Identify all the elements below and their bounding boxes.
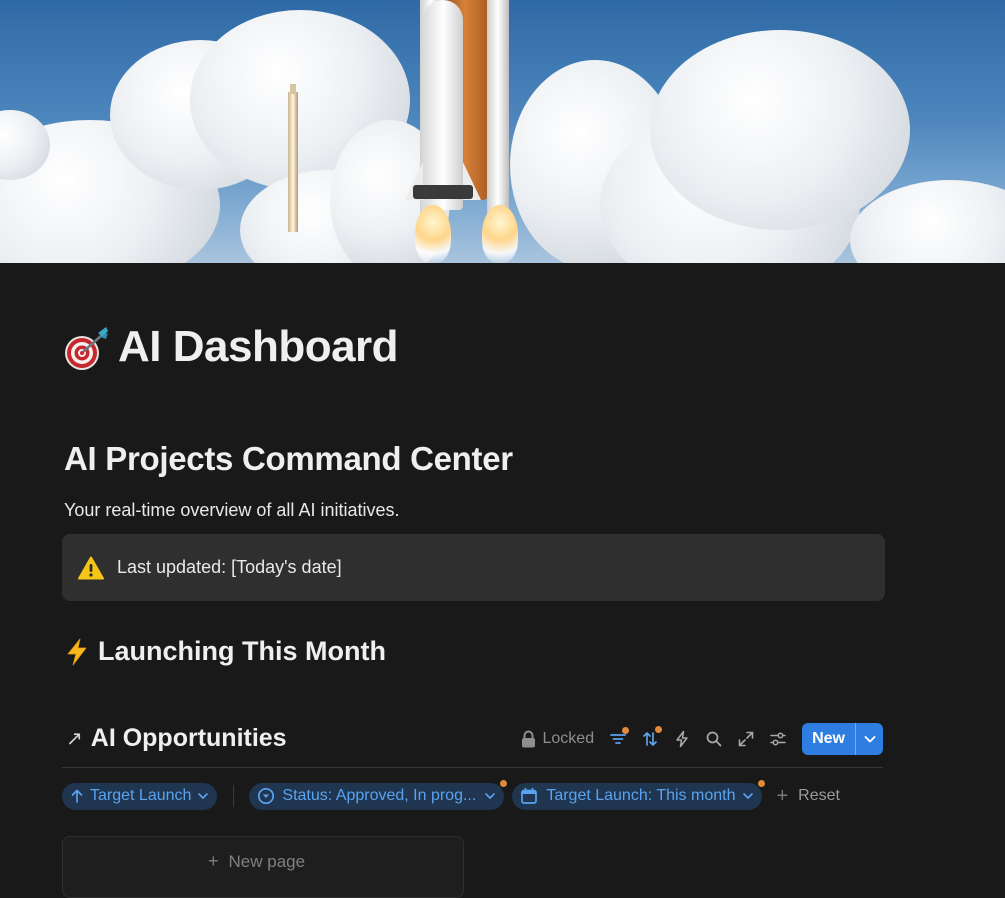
filter-chip-status[interactable]: Status: Approved, In prog... [249, 779, 508, 810]
view-settings-button[interactable] [762, 723, 794, 755]
automation-button[interactable] [666, 723, 698, 755]
active-indicator-dot [758, 779, 766, 787]
database-title-text[interactable]: AI Opportunities [91, 724, 287, 753]
search-button[interactable] [698, 723, 730, 755]
callout: Last updated: [Today's date] [62, 534, 885, 601]
subheading: Launching This Month [64, 636, 386, 667]
dart-target-icon[interactable] [62, 323, 110, 371]
warning-icon [78, 556, 104, 580]
search-icon [706, 731, 722, 747]
arrow-up-icon [71, 789, 83, 803]
page-title: AI Dashboard [62, 322, 399, 372]
chevron-down-icon [864, 736, 875, 743]
filter-bar: Target Launch Status: Approved, In prog.… [62, 779, 840, 810]
plus-icon: + [208, 851, 219, 871]
board-card: + New page [62, 836, 464, 898]
filter-separator [233, 785, 235, 807]
database-title[interactable]: ↗ AI Opportunities [62, 724, 287, 753]
calendar-icon [521, 787, 538, 804]
locked-indicator[interactable]: Locked [521, 730, 595, 748]
active-indicator-dot [622, 727, 630, 734]
lock-icon [521, 730, 535, 748]
database-header: ↗ AI Opportunities Locked New [62, 720, 883, 760]
new-button-group: New [802, 723, 883, 755]
reset-button[interactable]: + Reset [776, 785, 839, 808]
status-icon [258, 787, 275, 805]
linked-arrow-icon: ↗ [66, 728, 83, 750]
callout-text: Last updated: [Today's date] [117, 557, 342, 577]
new-options-button[interactable] [855, 723, 883, 755]
new-page-button[interactable]: + New page [208, 851, 305, 872]
database-toolbar: Locked New [521, 723, 883, 755]
active-indicator-dot [500, 779, 508, 787]
sort-chip-target-launch[interactable]: Target Launch [62, 782, 218, 810]
database-divider [62, 767, 883, 768]
sort-button[interactable] [634, 723, 666, 755]
filter-chip-label: Status: Approved, In prog... [282, 787, 477, 804]
automation-icon [676, 730, 688, 748]
subheading-text: Launching This Month [98, 636, 386, 666]
cover-image[interactable] [0, 0, 1005, 263]
expand-icon [738, 731, 754, 747]
new-page-label: New page [228, 851, 306, 871]
new-button[interactable]: New [802, 723, 855, 755]
chevron-down-icon [743, 793, 754, 799]
chevron-down-icon [198, 793, 209, 799]
chevron-down-icon [485, 793, 496, 799]
expand-button[interactable] [730, 723, 762, 755]
section-subtitle: Your real-time overview of all AI initia… [64, 500, 400, 520]
reset-label: Reset [798, 787, 840, 804]
sort-chip-label: Target Launch [90, 787, 192, 804]
locked-label: Locked [542, 730, 595, 747]
filter-button[interactable] [602, 723, 634, 755]
filter-chip-label: Target Launch: This month [546, 787, 736, 804]
page-title-text: AI Dashboard [118, 322, 399, 371]
section-heading: AI Projects Command Center [64, 440, 513, 477]
settings-icon [770, 732, 786, 746]
filter-chip-target-launch[interactable]: Target Launch: This month [512, 779, 766, 810]
plus-icon: + [776, 784, 789, 807]
lightning-icon [67, 638, 87, 665]
active-indicator-dot [655, 726, 663, 733]
